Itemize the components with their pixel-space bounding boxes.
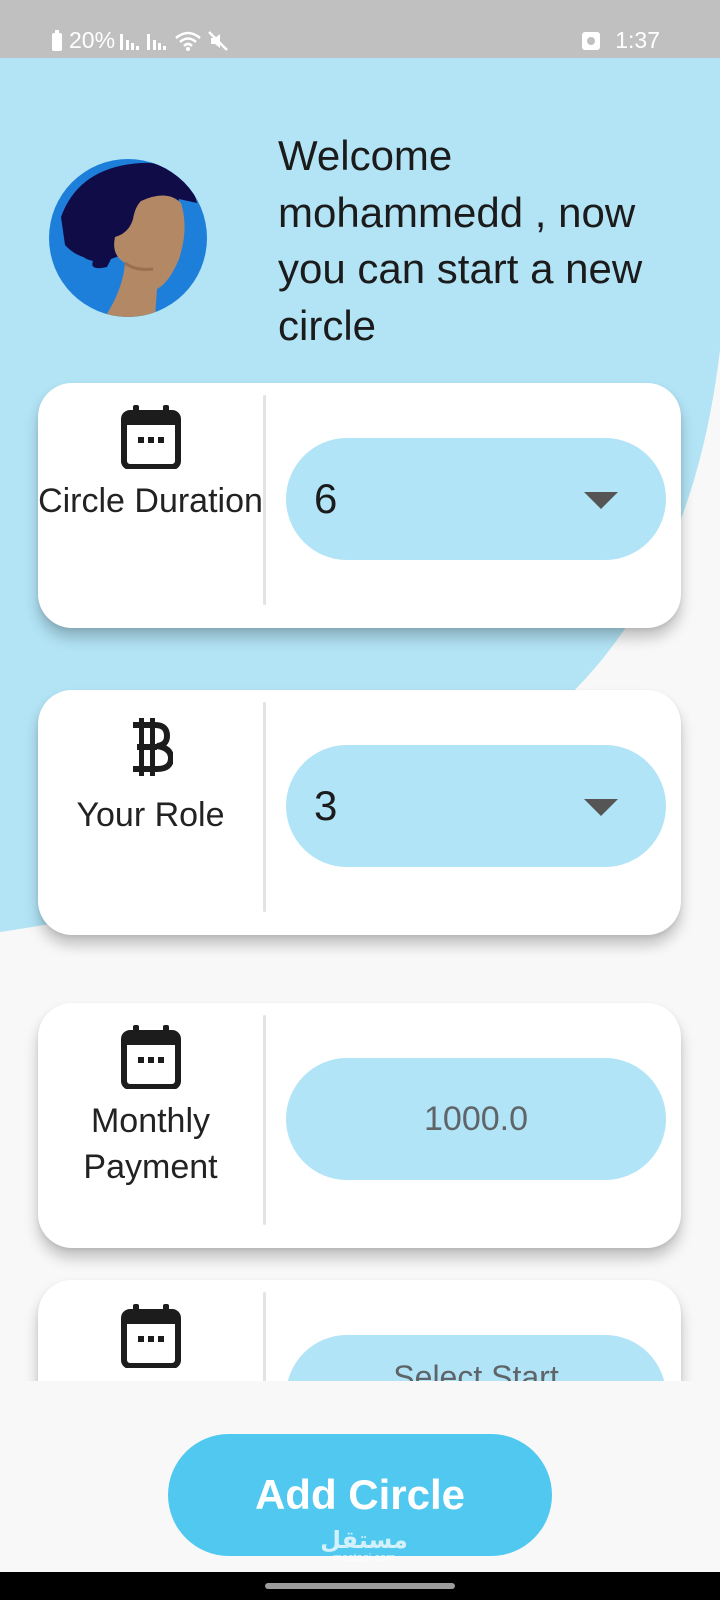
divider bbox=[263, 702, 266, 912]
monthly-payment-label: Monthly Payment bbox=[83, 1102, 218, 1186]
wifi-icon bbox=[174, 31, 202, 51]
role-value: 3 bbox=[314, 782, 338, 829]
monthly-payment-input[interactable]: 1000.0 bbox=[286, 1058, 666, 1180]
monthly-payment-card: Monthly Payment 1000.0 bbox=[38, 1003, 681, 1248]
circle-form[interactable]: Circle Duration 6 Your Role 3 Monthly Pa… bbox=[0, 58, 720, 1381]
watermark: مستقل mostaqi.com bbox=[319, 1528, 409, 1564]
start-date-value: Select Start bbox=[393, 1359, 559, 1381]
duration-value: 6 bbox=[314, 475, 338, 522]
caret-down-icon bbox=[584, 492, 618, 509]
clock-time: 1:37 bbox=[615, 27, 660, 53]
watermark-arabic: مستقل bbox=[320, 1526, 408, 1554]
signal-icon bbox=[147, 32, 169, 50]
your-role-card: Your Role 3 bbox=[38, 690, 681, 935]
battery-percent: 20% bbox=[69, 27, 116, 53]
divider bbox=[263, 1292, 266, 1381]
duration-dropdown[interactable]: 6 bbox=[286, 438, 666, 560]
your-role-label: Your Role bbox=[76, 796, 225, 834]
monthly-payment-value: 1000.0 bbox=[424, 1100, 528, 1138]
calendar-icon bbox=[120, 1304, 181, 1368]
bitcoin-icon bbox=[132, 718, 173, 776]
start-date-picker[interactable]: Select Start bbox=[286, 1335, 666, 1381]
divider bbox=[263, 395, 266, 605]
battery-saver-icon bbox=[50, 29, 64, 52]
status-bar: 20% 1:37 bbox=[0, 0, 720, 58]
caret-down-icon bbox=[584, 799, 618, 816]
calendar-icon bbox=[120, 405, 181, 469]
circle-duration-label: Circle Duration bbox=[38, 482, 263, 520]
notification-icon bbox=[581, 31, 601, 51]
signal-icon bbox=[120, 32, 142, 50]
circle-duration-card: Circle Duration 6 bbox=[38, 383, 681, 628]
role-dropdown[interactable]: 3 bbox=[286, 745, 666, 867]
start-date-card: Select Start bbox=[38, 1280, 681, 1381]
divider bbox=[263, 1015, 266, 1225]
calendar-icon bbox=[120, 1025, 181, 1089]
mute-icon bbox=[207, 30, 229, 52]
navigation-bar bbox=[0, 1572, 720, 1600]
home-handle[interactable] bbox=[265, 1583, 455, 1589]
